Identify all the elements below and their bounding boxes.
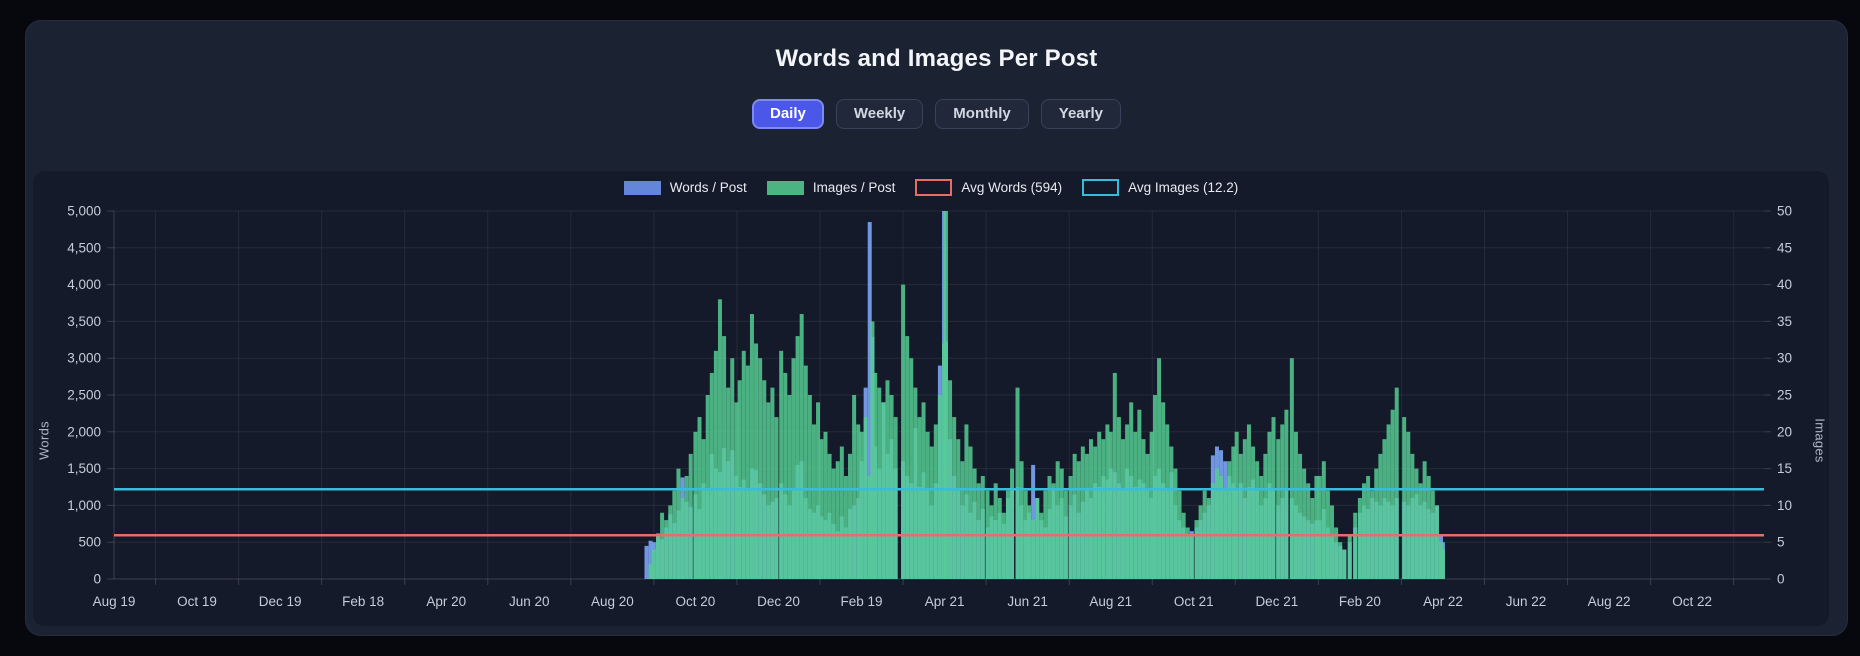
svg-text:Feb 20: Feb 20: [1339, 594, 1381, 609]
svg-text:500: 500: [78, 535, 101, 550]
avg-words-swatch-icon: [915, 179, 953, 196]
chart-panel: Words / Post Images / Post Avg Words (59…: [33, 171, 1829, 626]
svg-text:Feb 19: Feb 19: [841, 594, 883, 609]
svg-text:Apr 21: Apr 21: [925, 594, 965, 609]
legend-label: Avg Words (594): [961, 180, 1063, 195]
svg-text:20: 20: [1777, 424, 1792, 439]
svg-text:35: 35: [1777, 314, 1792, 329]
svg-text:Dec 20: Dec 20: [757, 594, 800, 609]
legend-label: Avg Images (12.2): [1128, 180, 1239, 195]
svg-text:50: 50: [1777, 204, 1792, 219]
y-axis-title-images: Images: [1812, 418, 1828, 463]
svg-text:10: 10: [1777, 498, 1792, 513]
daily-button[interactable]: Daily: [751, 99, 824, 129]
svg-text:Aug 21: Aug 21: [1089, 594, 1132, 609]
svg-text:Aug 20: Aug 20: [591, 594, 634, 609]
svg-text:Oct 21: Oct 21: [1174, 594, 1214, 609]
yearly-button[interactable]: Yearly: [1040, 99, 1121, 129]
legend-item-words[interactable]: Words / Post: [623, 180, 747, 195]
y-axis-labels-left: 0 500 1,000 1,500 2,000 2,500 3,000 3,500 4,000 4…: [67, 204, 101, 587]
svg-text:Oct 22: Oct 22: [1672, 594, 1712, 609]
chart-legend: Words / Post Images / Post Avg Words (59…: [33, 179, 1829, 196]
svg-text:Oct 19: Oct 19: [177, 594, 217, 609]
svg-text:5,000: 5,000: [67, 204, 101, 219]
view-toggle-group: Daily Weekly Monthly Yearly: [26, 99, 1847, 129]
svg-text:15: 15: [1777, 461, 1792, 476]
legend-item-images[interactable]: Images / Post: [766, 180, 896, 195]
svg-text:Apr 20: Apr 20: [426, 594, 466, 609]
y-axis-labels-right: 0 5 10 15 20 25 30 35 40 45 50: [1777, 204, 1792, 587]
svg-text:30: 30: [1777, 351, 1792, 366]
svg-text:1,000: 1,000: [67, 498, 101, 513]
words-series-swatch-icon: [623, 180, 661, 195]
svg-text:4,000: 4,000: [67, 277, 101, 292]
legend-label: Images / Post: [812, 180, 896, 195]
svg-text:5: 5: [1777, 535, 1785, 550]
svg-text:Aug 22: Aug 22: [1588, 594, 1631, 609]
avg-images-swatch-icon: [1082, 179, 1120, 196]
svg-text:3,000: 3,000: [67, 351, 101, 366]
svg-text:45: 45: [1777, 240, 1792, 255]
svg-text:Dec 19: Dec 19: [259, 594, 302, 609]
chart-canvas[interactable]: 05001,0001,5002,0002,5003,0003,5004,0004…: [33, 171, 1829, 626]
images-series-swatch-icon: [766, 180, 804, 195]
svg-text:1,500: 1,500: [67, 461, 101, 476]
svg-text:4,500: 4,500: [67, 240, 101, 255]
legend-label: Words / Post: [669, 180, 747, 195]
page-title: Words and Images Per Post: [775, 45, 1098, 72]
svg-text:Jun 21: Jun 21: [1007, 594, 1048, 609]
legend-item-avg-images[interactable]: Avg Images (12.2): [1082, 179, 1238, 196]
chart-card: Words and Images Per Post Daily Weekly M…: [25, 20, 1848, 636]
svg-text:25: 25: [1777, 388, 1792, 403]
weekly-button[interactable]: Weekly: [835, 99, 924, 129]
svg-text:2,000: 2,000: [67, 424, 101, 439]
svg-text:3,500: 3,500: [67, 314, 101, 329]
svg-text:Dec 21: Dec 21: [1255, 594, 1298, 609]
svg-text:Apr 22: Apr 22: [1423, 594, 1463, 609]
x-axis-labels: Aug 19 Oct 19 Dec 19 Feb 18 Apr 20 Jun 20 Aug …: [93, 594, 1712, 609]
legend-item-avg-words[interactable]: Avg Words (594): [915, 179, 1062, 196]
monthly-button[interactable]: Monthly: [935, 99, 1029, 129]
svg-text:Jun 22: Jun 22: [1506, 594, 1547, 609]
y-axis-title-words: Words: [36, 421, 52, 460]
svg-text:2,500: 2,500: [67, 388, 101, 403]
svg-text:Feb 18: Feb 18: [342, 594, 384, 609]
svg-text:Aug 19: Aug 19: [93, 594, 136, 609]
svg-text:0: 0: [93, 572, 101, 587]
svg-text:40: 40: [1777, 277, 1792, 292]
svg-text:Oct 20: Oct 20: [676, 594, 716, 609]
svg-text:0: 0: [1777, 572, 1785, 587]
svg-text:Jun 20: Jun 20: [509, 594, 550, 609]
